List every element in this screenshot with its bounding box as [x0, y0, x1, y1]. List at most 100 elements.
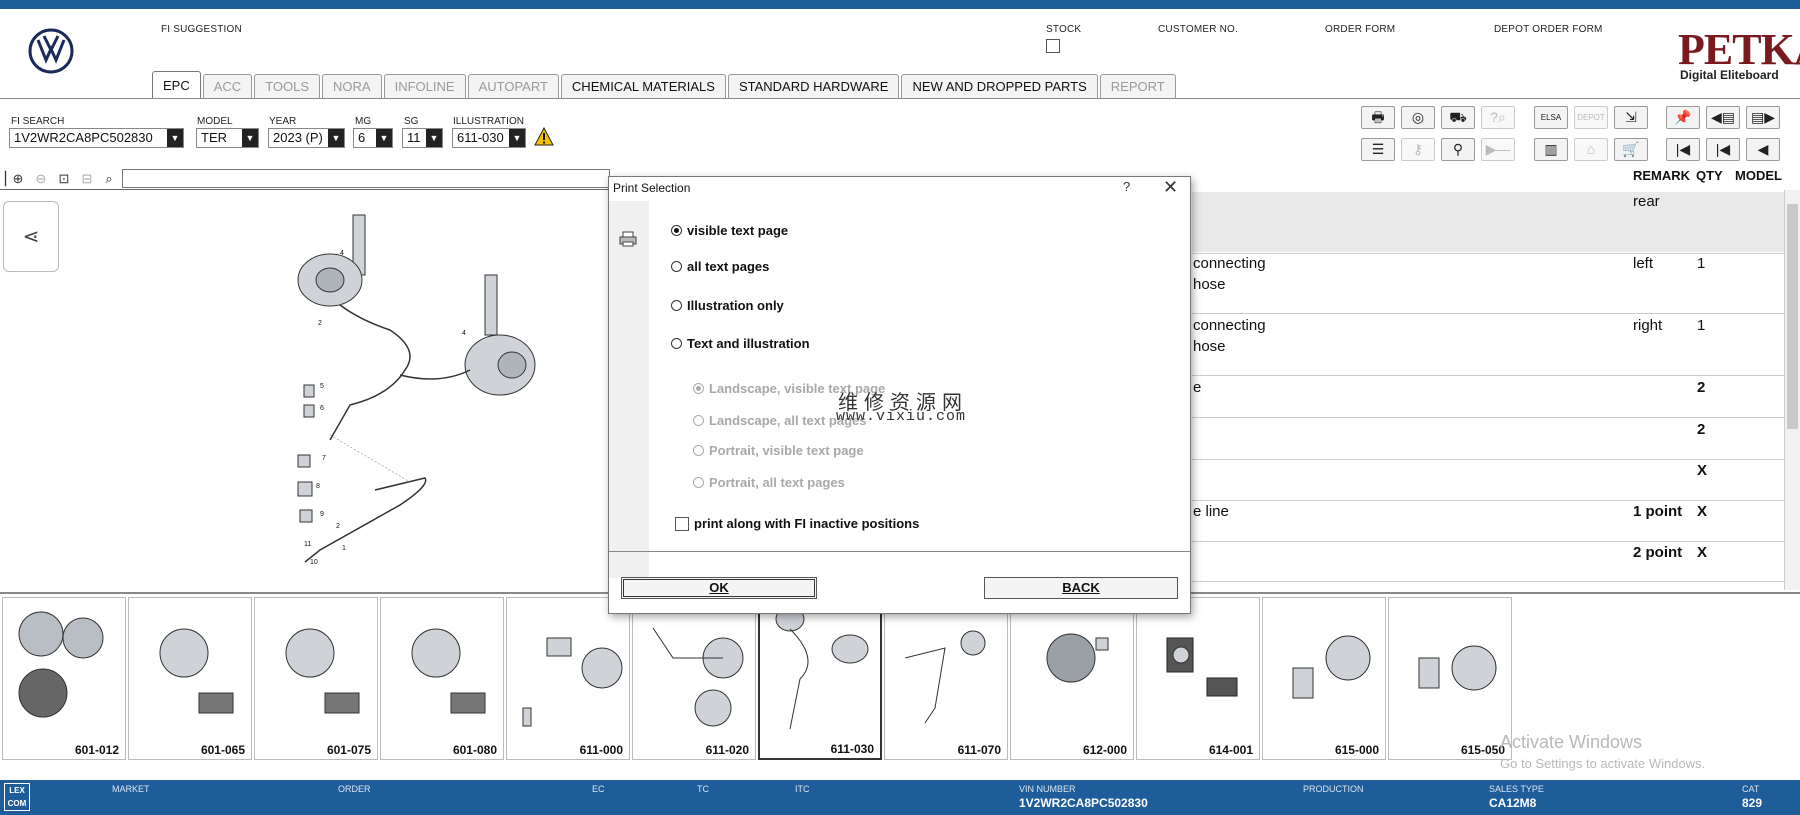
thumbnail-612-000[interactable]: 612-000	[1010, 597, 1134, 760]
row-4-desc[interactable]: e	[1193, 379, 1201, 396]
previous-icon[interactable]: |◀	[1706, 138, 1740, 161]
thumbnail-601-065[interactable]: 601-065	[128, 597, 252, 760]
radio-visible-text-page[interactable]	[671, 225, 682, 236]
chevron-down-icon[interactable]: ▼	[509, 129, 525, 147]
car-handshake-icon[interactable]: ⛟	[1441, 106, 1475, 129]
row-7-qty[interactable]: X	[1697, 503, 1707, 520]
tab-acc[interactable]: ACC	[202, 74, 253, 99]
key-icon[interactable]: ⚷	[1401, 138, 1435, 161]
remark-column-header[interactable]: REMARK	[1633, 168, 1690, 183]
list-icon[interactable]: ☰	[1361, 138, 1395, 161]
option-all-text-pages[interactable]: all text pages	[671, 259, 769, 274]
thumbnail-614-001[interactable]: 614-001	[1136, 597, 1260, 760]
model-column-header[interactable]: MODEL	[1735, 168, 1782, 183]
row-6-qty[interactable]: X	[1697, 462, 1707, 479]
page-prev-icon[interactable]: ◀▤	[1706, 106, 1740, 129]
device-icon[interactable]: ▥	[1534, 138, 1568, 161]
chevron-down-icon[interactable]: ▼	[167, 129, 183, 147]
radio-landscape-all[interactable]	[693, 415, 704, 426]
pin-icon[interactable]: 📌	[1666, 106, 1700, 129]
tab-new-and-dropped-parts[interactable]: NEW AND DROPPED PARTS	[901, 74, 1098, 99]
chevron-down-icon[interactable]: ▼	[328, 129, 344, 147]
row-5-qty[interactable]: 2	[1697, 421, 1705, 438]
row-3-desc[interactable]: connecting	[1193, 317, 1266, 334]
parts-scrollbar[interactable]	[1784, 190, 1800, 590]
row-7-remark[interactable]: 1 point	[1633, 503, 1682, 520]
back-button[interactable]: BACK	[984, 577, 1178, 599]
thumbnail-611-070[interactable]: 611-070	[884, 597, 1008, 760]
thumbnail-601-080[interactable]: 601-080	[380, 597, 504, 760]
thumbnail-611-020[interactable]: 611-020	[632, 597, 756, 760]
row-3-qty[interactable]: 1	[1697, 317, 1705, 334]
row-2-desc2[interactable]: hose	[1193, 276, 1226, 293]
elsa-icon[interactable]: ELSA	[1534, 106, 1568, 129]
option-portrait-visible[interactable]: Portrait, visible text page	[693, 443, 864, 458]
radio-all-text-pages[interactable]	[671, 261, 682, 272]
magnifier-icon[interactable]: ⌕	[99, 170, 119, 188]
warning-icon[interactable]	[534, 127, 554, 147]
tab-epc[interactable]: EPC	[152, 71, 201, 99]
thumbnail-601-012[interactable]: 601-012	[2, 597, 126, 760]
zoom-fit-icon[interactable]: ⊡	[54, 170, 74, 188]
qty-column-header[interactable]: QTY	[1696, 168, 1723, 183]
option-illustration-only[interactable]: Illustration only	[671, 298, 784, 313]
ok-button[interactable]: OK	[621, 577, 817, 599]
radio-text-and-illustration[interactable]	[671, 338, 682, 349]
fi-inactive-checkbox[interactable]	[675, 516, 689, 531]
mg-combo[interactable]: 6 ▼	[353, 128, 393, 148]
row-8-qty[interactable]: X	[1697, 544, 1707, 561]
cart-arrow-icon[interactable]: ⇲	[1614, 106, 1648, 129]
tab-tools[interactable]: TOOLS	[254, 74, 321, 99]
row-2-remark[interactable]: left	[1633, 255, 1653, 272]
print-icon[interactable]: 🖶	[1361, 106, 1395, 129]
page-next-icon[interactable]: ▤▶	[1746, 106, 1780, 129]
illustration-combo[interactable]: 611-030 ▼	[452, 128, 526, 148]
back-icon[interactable]: ◀	[1746, 138, 1780, 161]
thumbnail-611-030[interactable]: 611-030	[758, 597, 882, 760]
play-icon[interactable]: ▶—	[1481, 138, 1515, 161]
row-1-remark[interactable]: rear	[1633, 193, 1660, 210]
radio-portrait-all[interactable]	[693, 477, 704, 488]
depot-gray-icon[interactable]: ⌂	[1574, 138, 1608, 161]
thumbnail-601-075[interactable]: 601-075	[254, 597, 378, 760]
scrollbar-thumb[interactable]	[1787, 204, 1798, 429]
tab-report[interactable]: REPORT	[1099, 74, 1176, 99]
motorbike-icon[interactable]: ⚲	[1441, 138, 1475, 161]
chevron-down-icon[interactable]: ▼	[242, 129, 258, 147]
illustration-search-field[interactable]	[122, 169, 610, 188]
depot-icon[interactable]: DEPOT	[1574, 106, 1608, 129]
thumbnail-615-000[interactable]: 615-000	[1262, 597, 1386, 760]
shopping-cart-icon[interactable]: 🛒	[1614, 138, 1648, 161]
thumbnail-611-000[interactable]: 611-000	[506, 597, 630, 760]
fi-search-combo[interactable]: 1V2WR2CA8PC502830 ▼	[9, 128, 184, 148]
option-portrait-all[interactable]: Portrait, all text pages	[693, 475, 845, 490]
brake-line-illustration[interactable]: 4 2 4 5 6 7 8 9 2 11 10 1	[280, 210, 550, 570]
row-7-desc[interactable]: e line	[1193, 503, 1229, 520]
chevron-down-icon[interactable]: ▼	[426, 129, 442, 147]
tab-infoline[interactable]: INFOLINE	[383, 74, 466, 99]
row-8-remark[interactable]: 2 point	[1633, 544, 1682, 561]
radio-landscape-visible[interactable]	[693, 383, 704, 394]
help-search-icon[interactable]: ?⌕	[1481, 106, 1515, 129]
row-4-qty[interactable]: 2	[1697, 379, 1705, 396]
share-icon[interactable]: ⋖	[3, 201, 59, 272]
option-visible-text-page[interactable]: visible text page	[671, 223, 788, 238]
tab-nora[interactable]: NORA	[322, 74, 382, 99]
row-3-desc2[interactable]: hose	[1193, 338, 1226, 355]
thumbnail-615-050[interactable]: 615-050	[1388, 597, 1512, 760]
chevron-down-icon[interactable]: ▼	[376, 129, 392, 147]
tab-autopart[interactable]: AUTOPART	[467, 74, 559, 99]
radio-illustration-only[interactable]	[671, 300, 682, 311]
tab-standard-hardware[interactable]: STANDARD HARDWARE	[727, 74, 900, 99]
row-3-remark[interactable]: right	[1633, 317, 1662, 334]
cd-icon[interactable]: ◎	[1401, 106, 1435, 129]
radio-portrait-visible[interactable]	[693, 445, 704, 456]
fi-inactive-checkbox-row[interactable]: print along with FI inactive positions	[675, 516, 919, 531]
close-icon[interactable]: ✕	[1163, 177, 1178, 198]
row-2-qty[interactable]: 1	[1697, 255, 1705, 272]
sg-combo[interactable]: 11 ▼	[402, 128, 443, 148]
row-2-desc[interactable]: connecting	[1193, 255, 1266, 272]
first-icon[interactable]: |◀	[1666, 138, 1700, 161]
year-combo[interactable]: 2023 (P) ▼	[268, 128, 345, 148]
model-combo[interactable]: TER ▼	[196, 128, 259, 148]
